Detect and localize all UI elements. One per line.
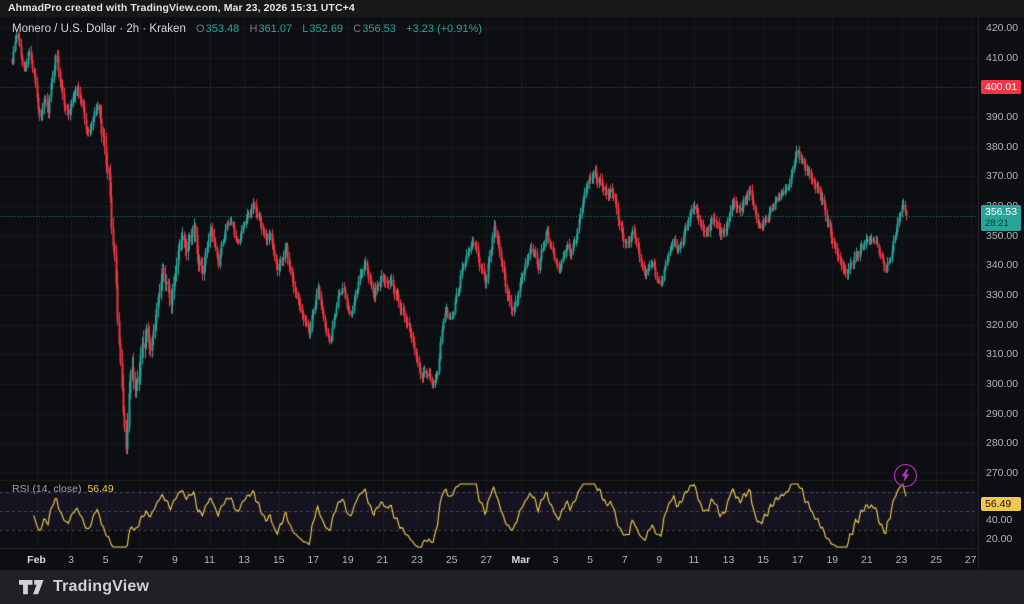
time-tick: 17 bbox=[792, 554, 804, 566]
price-tick: 410.00 bbox=[986, 52, 1018, 64]
symbol-title[interactable]: Monero / U.S. Dollar · 2h · Kraken bbox=[12, 23, 186, 35]
time-tick: 11 bbox=[688, 554, 699, 566]
price-tick: 390.00 bbox=[986, 111, 1018, 123]
price-tick: 320.00 bbox=[986, 319, 1018, 331]
rsi-indicator-legend[interactable]: RSI (14, close) 56.49 bbox=[12, 483, 114, 495]
time-tick: 13 bbox=[723, 554, 735, 566]
time-axis[interactable]: Feb 3 5 7 9 11 13 15 17 19 21 23 25 27 Mar 3 5 7 9 11 13 15 17… bbox=[0, 548, 978, 570]
time-tick: 15 bbox=[273, 554, 285, 566]
rsi-value: 56.49 bbox=[87, 483, 113, 495]
watermark-bar: AhmadPro created with TradingView.com, M… bbox=[0, 0, 1024, 17]
time-tick: 19 bbox=[342, 554, 354, 566]
time-tick: 23 bbox=[411, 554, 423, 566]
ohlc-high: H361.07 bbox=[249, 23, 292, 35]
time-tick: 27 bbox=[965, 554, 977, 566]
price-axis[interactable]: 420.00410.00400.00390.00380.00370.00360.… bbox=[978, 17, 1024, 570]
time-tick: 5 bbox=[103, 554, 109, 566]
price-tick: 310.00 bbox=[986, 348, 1018, 360]
price-tick: 290.00 bbox=[986, 408, 1018, 420]
time-tick: Feb bbox=[27, 554, 46, 566]
price-tick: 280.00 bbox=[986, 437, 1018, 449]
price-tick: 330.00 bbox=[986, 289, 1018, 301]
time-tick: 19 bbox=[826, 554, 838, 566]
ohlc-low: L352.69 bbox=[302, 23, 343, 35]
time-tick: 7 bbox=[622, 554, 628, 566]
time-tick: 23 bbox=[896, 554, 908, 566]
time-tick: 25 bbox=[446, 554, 458, 566]
alert-price-label[interactable]: 400.01 bbox=[981, 80, 1021, 94]
tradingview-chart-screen: AhmadPro created with TradingView.com, M… bbox=[0, 0, 1024, 604]
price-tick: 350.00 bbox=[986, 230, 1018, 242]
price-tick: 300.00 bbox=[986, 378, 1018, 390]
time-tick: 5 bbox=[587, 554, 593, 566]
time-tick: 25 bbox=[930, 554, 942, 566]
watermark-text: AhmadPro created with TradingView.com, M… bbox=[8, 2, 355, 14]
time-tick: 7 bbox=[137, 554, 143, 566]
price-chart-canvas[interactable] bbox=[0, 17, 978, 548]
time-tick: Mar bbox=[512, 554, 531, 566]
time-tick: 17 bbox=[307, 554, 319, 566]
last-price-label: 356.5328:21 bbox=[981, 205, 1021, 231]
price-tick: 380.00 bbox=[986, 141, 1018, 153]
time-tick: 27 bbox=[480, 554, 492, 566]
time-tick: 13 bbox=[238, 554, 250, 566]
rsi-value-label: 56.49 bbox=[981, 497, 1021, 511]
symbol-legend: Monero / U.S. Dollar · 2h · Kraken O353.… bbox=[12, 23, 482, 35]
ohlc-change: +3.23 (+0.91%) bbox=[406, 23, 482, 35]
rsi-title: RSI (14, close) bbox=[12, 483, 81, 495]
lightning-badge[interactable] bbox=[894, 464, 917, 487]
tradingview-logo[interactable] bbox=[19, 580, 44, 595]
ohlc-close: C356.53 bbox=[353, 23, 396, 35]
time-tick: 21 bbox=[861, 554, 873, 566]
time-tick: 21 bbox=[377, 554, 389, 566]
ohlc-open: O353.48 bbox=[196, 23, 239, 35]
time-tick: 11 bbox=[204, 554, 215, 566]
time-tick: 9 bbox=[656, 554, 662, 566]
lightning-icon bbox=[900, 469, 911, 482]
price-tick: 370.00 bbox=[986, 170, 1018, 182]
price-tick: 340.00 bbox=[986, 259, 1018, 271]
rsi-axis-tick: 40.00 bbox=[986, 514, 1012, 526]
price-tick: 420.00 bbox=[986, 22, 1018, 34]
time-tick: 15 bbox=[757, 554, 769, 566]
brand-name[interactable]: TradingView bbox=[53, 578, 149, 596]
time-tick: 9 bbox=[172, 554, 178, 566]
price-tick: 270.00 bbox=[986, 467, 1018, 479]
rsi-axis-tick: 20.00 bbox=[986, 533, 1012, 545]
time-tick: 3 bbox=[553, 554, 559, 566]
footer-bar: TradingView bbox=[0, 570, 1024, 604]
time-tick: 3 bbox=[68, 554, 74, 566]
